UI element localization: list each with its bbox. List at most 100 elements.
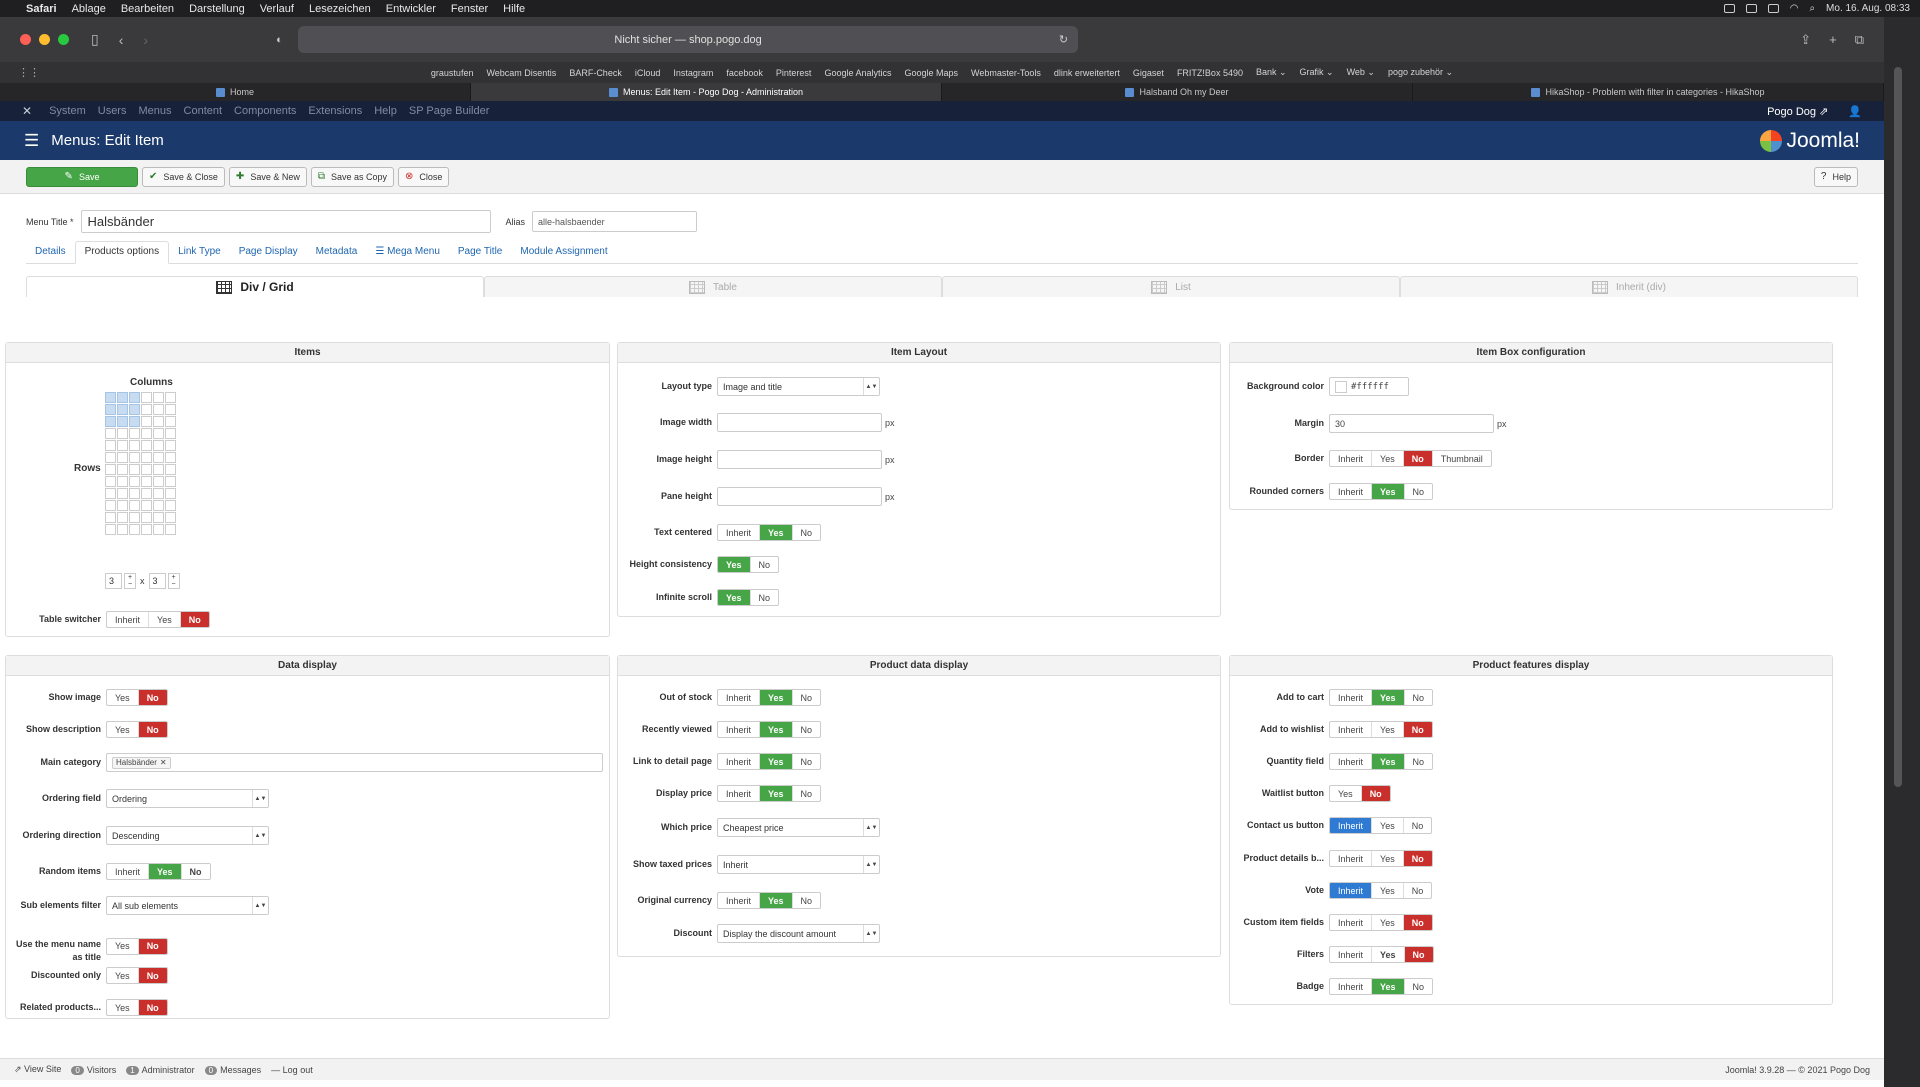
discount-select[interactable]: Display the discount amount ▲▼ bbox=[717, 924, 880, 943]
menu-title-input[interactable]: Halsbänder bbox=[80, 210, 491, 233]
fav-item[interactable]: dlink erweitertert bbox=[1054, 68, 1120, 78]
grid-cell[interactable] bbox=[129, 416, 140, 427]
grid-cell[interactable] bbox=[105, 488, 116, 499]
grid-cell[interactable] bbox=[165, 524, 176, 535]
image-height-input[interactable] bbox=[717, 450, 882, 469]
grid-cell[interactable] bbox=[141, 524, 152, 535]
menu-lesezeichen[interactable]: Lesezeichen bbox=[309, 3, 371, 15]
nav-extensions[interactable]: Extensions bbox=[308, 105, 362, 117]
original-currency-toggle[interactable]: Inherit Yes No bbox=[717, 892, 822, 909]
menu-hilfe[interactable]: Hilfe bbox=[503, 3, 525, 15]
grid-cell[interactable] bbox=[117, 404, 128, 415]
grid-cell[interactable] bbox=[129, 440, 140, 451]
grid-cell[interactable] bbox=[117, 500, 128, 511]
scrollbar[interactable] bbox=[1884, 17, 1920, 1080]
wifi-icon[interactable]: ◠ bbox=[1790, 3, 1799, 14]
grid-cell[interactable] bbox=[141, 392, 152, 403]
nav-sp-page-builder[interactable]: SP Page Builder bbox=[409, 105, 490, 117]
add-to-wishlist-toggle[interactable]: Inherit Yes No bbox=[1329, 721, 1433, 738]
status-icon[interactable] bbox=[1745, 4, 1757, 13]
fav-item[interactable]: Bank ⌄ bbox=[1256, 67, 1287, 78]
user-icon[interactable]: 👤 bbox=[1848, 105, 1862, 118]
grid-cell[interactable] bbox=[105, 404, 116, 415]
fav-item[interactable]: Webcam Disentis bbox=[486, 68, 556, 78]
fav-item[interactable]: facebook bbox=[726, 68, 763, 78]
view-site-link[interactable]: ⇗ View Site bbox=[14, 1064, 61, 1075]
grid-cell[interactable] bbox=[141, 428, 152, 439]
scrollbar-thumb[interactable] bbox=[1894, 67, 1902, 787]
grid-cell[interactable] bbox=[129, 500, 140, 511]
reload-icon[interactable]: ↻ bbox=[1059, 33, 1068, 46]
fav-item[interactable]: Grafik ⌄ bbox=[1300, 67, 1334, 78]
taxed-prices-select[interactable]: Inherit ▲▼ bbox=[717, 855, 880, 874]
sidebar-icon[interactable]: ▯ bbox=[91, 31, 99, 48]
grid-cell[interactable] bbox=[105, 512, 116, 523]
alias-input[interactable]: alle-halsbaender bbox=[532, 211, 698, 232]
fav-item[interactable]: Google Analytics bbox=[824, 68, 891, 78]
grid-cell[interactable] bbox=[141, 440, 152, 451]
grid-cell[interactable] bbox=[153, 464, 164, 475]
grid-cell[interactable] bbox=[129, 524, 140, 535]
grid-cell[interactable] bbox=[129, 428, 140, 439]
grid-cell[interactable] bbox=[153, 476, 164, 487]
grid-cell[interactable] bbox=[153, 512, 164, 523]
grid-cell[interactable] bbox=[129, 452, 140, 463]
grid-cell[interactable] bbox=[153, 524, 164, 535]
layout-tab-inherit[interactable]: Inherit (div) bbox=[1400, 276, 1858, 297]
grid-cell[interactable] bbox=[129, 392, 140, 403]
tab-mega-menu[interactable]: ☰ Mega Menu bbox=[366, 240, 449, 263]
tab-halsband[interactable]: Halsband Oh my Deer bbox=[942, 83, 1413, 101]
grid-cell[interactable] bbox=[153, 392, 164, 403]
grid-cell[interactable] bbox=[165, 404, 176, 415]
grid-cell[interactable] bbox=[165, 464, 176, 475]
ordering-direction-select[interactable]: Descending ▲▼ bbox=[106, 826, 269, 845]
fav-item[interactable]: Google Maps bbox=[904, 68, 958, 78]
nav-components[interactable]: Components bbox=[234, 105, 296, 117]
grid-cell[interactable] bbox=[141, 476, 152, 487]
messages[interactable]: 0 Messages bbox=[204, 1065, 261, 1075]
grid-cell[interactable] bbox=[165, 476, 176, 487]
grid-cell[interactable] bbox=[153, 488, 164, 499]
link-detail-toggle[interactable]: Inherit Yes No bbox=[717, 753, 822, 770]
tab-details[interactable]: Details bbox=[26, 240, 75, 263]
grid-cell[interactable] bbox=[105, 392, 116, 403]
color-swatch-icon[interactable] bbox=[1335, 380, 1347, 393]
search-icon[interactable]: ⌕ bbox=[1809, 3, 1815, 14]
close-button[interactable]: ⊗ Close bbox=[398, 166, 450, 187]
menu-name-title-toggle[interactable]: Yes No bbox=[106, 937, 168, 955]
image-width-input[interactable] bbox=[717, 413, 882, 432]
grid-cell[interactable] bbox=[105, 524, 116, 535]
show-image-toggle[interactable]: Yes No bbox=[106, 689, 168, 706]
grid-cell[interactable] bbox=[153, 404, 164, 415]
grid-cell[interactable] bbox=[165, 512, 176, 523]
status-icon[interactable] bbox=[1767, 4, 1779, 13]
new-tab-icon[interactable]: + bbox=[1829, 32, 1837, 48]
grid-cell[interactable] bbox=[129, 488, 140, 499]
filters-toggle[interactable]: Inherit Yes No bbox=[1329, 946, 1434, 963]
clock[interactable]: Mo. 16. Aug. 08:33 bbox=[1826, 3, 1910, 14]
fav-item[interactable]: Pinterest bbox=[776, 68, 812, 78]
grid-cell[interactable] bbox=[165, 488, 176, 499]
contact-us-toggle[interactable]: Inherit Yes No bbox=[1329, 817, 1433, 834]
quantity-field-toggle[interactable]: Inherit Yes No bbox=[1329, 753, 1434, 770]
pane-height-input[interactable] bbox=[717, 487, 882, 506]
grid-cell[interactable] bbox=[129, 476, 140, 487]
share-icon[interactable]: ⇪ bbox=[1800, 32, 1811, 48]
menu-fenster[interactable]: Fenster bbox=[451, 3, 488, 15]
grid-cell[interactable] bbox=[105, 416, 116, 427]
save-button[interactable]: ✎ Save bbox=[26, 166, 138, 187]
infinite-scroll-toggle[interactable]: Yes No bbox=[717, 589, 780, 606]
add-to-cart-toggle[interactable]: Inherit Yes No bbox=[1329, 689, 1434, 706]
main-category-input[interactable]: Halsbänder ✕ bbox=[106, 753, 603, 772]
menu-bearbeiten[interactable]: Bearbeiten bbox=[121, 3, 174, 15]
menu-ablage[interactable]: Ablage bbox=[72, 3, 106, 15]
discounted-only-toggle[interactable]: Yes No bbox=[106, 967, 168, 984]
random-items-toggle[interactable]: Inherit Yes No bbox=[106, 863, 211, 880]
nav-users[interactable]: Users bbox=[98, 105, 127, 117]
grid-cell[interactable] bbox=[117, 488, 128, 499]
grid-cell[interactable] bbox=[153, 416, 164, 427]
rows-stepper[interactable]: 3 + − bbox=[105, 573, 136, 589]
grid-cell[interactable] bbox=[141, 404, 152, 415]
layout-tab-list[interactable]: List bbox=[942, 276, 1400, 297]
margin-input[interactable]: 30 bbox=[1329, 414, 1494, 433]
